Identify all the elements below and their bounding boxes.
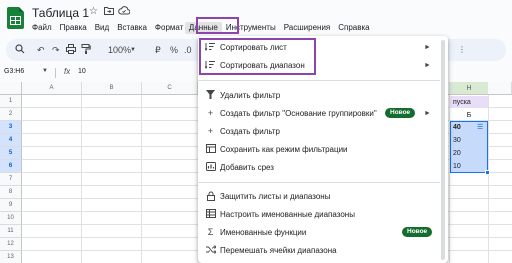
percent-format-button[interactable]: % (170, 44, 178, 56)
menu-item-label: Именованные функции (220, 228, 307, 237)
new-badge: Новое (385, 108, 416, 118)
menu-divider (198, 80, 440, 81)
menu-item-create-filter[interactable]: + Создать фильтр (198, 123, 438, 141)
row-header-3[interactable]: 3 (0, 121, 22, 134)
zoom-select[interactable]: 100% (108, 44, 131, 56)
column-header-a[interactable]: A (22, 82, 82, 95)
redo-icon[interactable]: ↷ (52, 44, 60, 56)
cloud-saved-icon[interactable] (118, 6, 131, 18)
cell-h3[interactable]: Б (450, 109, 488, 121)
row-header-13[interactable]: 13 (0, 251, 22, 263)
cell-h2[interactable]: пуска (450, 96, 488, 108)
filter-icon (205, 90, 216, 101)
cell-h7[interactable]: 10 (450, 160, 488, 173)
menu-item-label: Защитить листы и диапазоны (220, 192, 331, 201)
row-header-4[interactable]: 4 (0, 134, 22, 147)
menu-help[interactable]: Справка (334, 22, 373, 34)
row-header-5[interactable]: 5 (0, 147, 22, 160)
menu-item-label: Настроить именованные диапазоны (220, 210, 355, 219)
fx-icon: fx (64, 67, 71, 76)
formula-separator (55, 68, 56, 78)
row-header-10[interactable]: 10 (0, 212, 22, 225)
paint-format-icon[interactable] (81, 44, 91, 57)
menu-divider (198, 182, 440, 183)
row-header-2[interactable]: 2 (0, 108, 22, 121)
name-box-caret-icon[interactable]: ▼ (42, 68, 48, 74)
row-header-8[interactable]: 8 (0, 186, 22, 199)
undo-icon[interactable]: ↶ (37, 44, 45, 56)
document-title[interactable]: Таблица 1 (32, 6, 89, 20)
menu-scrollbar[interactable] (441, 40, 445, 260)
menu-item-shuffle-range[interactable]: Перемешать ячейки диапазона (198, 242, 438, 260)
search-menus-icon[interactable] (15, 44, 25, 57)
menu-item-label: Создать фильтр "Основание группировки" (220, 109, 377, 118)
menu-item-label: Удалить фильтр (220, 91, 281, 100)
menu-item-named-ranges[interactable]: Настроить именованные диапазоны (198, 206, 438, 224)
grid-line (141, 95, 142, 263)
cell-h6[interactable]: 20 (450, 147, 488, 160)
move-to-folder-icon[interactable] (104, 6, 114, 18)
highlight-box-sort-items (199, 38, 316, 75)
lock-icon (205, 191, 216, 202)
menu-item-delete-filter[interactable]: Удалить фильтр (198, 87, 438, 105)
menu-view[interactable]: Вид (91, 22, 113, 34)
shuffle-icon (205, 245, 217, 256)
grid-line (488, 95, 489, 263)
row-header-11[interactable]: 11 (0, 225, 22, 238)
plus-icon: + (207, 126, 214, 136)
menu-item-label: Добавить срез (220, 163, 274, 172)
column-header-c[interactable]: C (142, 82, 198, 95)
submenu-arrow-icon: ► (424, 44, 431, 51)
fill-handle[interactable] (485, 170, 490, 175)
filter-icon[interactable]: ☰ (477, 123, 483, 131)
column-header-b[interactable]: B (82, 82, 142, 95)
named-ranges-icon (205, 209, 216, 220)
slicer-icon (205, 162, 216, 173)
row-header-6[interactable]: 6 (0, 160, 22, 173)
new-badge: Новое (402, 227, 433, 237)
menu-edit[interactable]: Правка (56, 22, 91, 34)
column-header-h[interactable]: H (450, 82, 488, 95)
sheets-logo-icon[interactable] (7, 7, 24, 29)
submenu-arrow-icon: ► (424, 110, 431, 117)
menu-item-protect-sheets[interactable]: Защитить листы и диапазоны (198, 188, 438, 206)
menu-item-label: Сохранить как режим фильтрации (220, 145, 348, 154)
menu-format[interactable]: Формат (151, 22, 185, 34)
highlight-box-data-menu (196, 17, 239, 34)
select-all-corner[interactable] (0, 82, 22, 95)
menu-insert[interactable]: Вставка (113, 22, 151, 34)
row-header-7[interactable]: 7 (0, 173, 22, 186)
zoom-caret-icon[interactable]: ▼ (130, 44, 136, 56)
menu-item-label: Перемешать ячейки диапазона (220, 246, 337, 255)
menu-extensions[interactable]: Расширения (280, 22, 335, 34)
row-header-9[interactable]: 9 (0, 199, 22, 212)
menu-file[interactable]: Файл (28, 22, 56, 34)
row-header-12[interactable]: 12 (0, 238, 22, 251)
decrease-decimal-button[interactable]: .0 (184, 44, 192, 56)
sigma-icon: Σ (207, 227, 214, 237)
more-options-icon[interactable]: ⋮ (458, 44, 466, 56)
submenu-arrow-icon: ► (424, 62, 431, 69)
title-bar: Таблица 1 ☆ Файл Правка Вид Вставка Форм… (0, 0, 512, 36)
print-icon[interactable] (66, 44, 76, 57)
currency-format-icon[interactable]: ₽ (155, 44, 161, 56)
name-box[interactable]: G3:H6 (4, 68, 24, 75)
menu-item-named-functions[interactable]: Σ Именованные функции Новое (198, 224, 438, 242)
filter-view-icon (205, 144, 216, 155)
row-header-1[interactable]: 1 (0, 95, 22, 108)
menu-item-create-group-filter[interactable]: + Создать фильтр "Основание группировки"… (198, 105, 438, 123)
plus-icon: + (207, 108, 214, 118)
menu-item-save-filter-view[interactable]: Сохранить как режим фильтрации (198, 141, 438, 159)
grid-line (81, 95, 82, 263)
menu-item-label: Создать фильтр (220, 127, 280, 136)
formula-input[interactable]: 10 (78, 68, 86, 75)
menu-item-add-slicer[interactable]: Добавить срез (198, 159, 438, 177)
cell-h5[interactable]: 30 (450, 134, 488, 147)
star-icon[interactable]: ☆ (89, 6, 98, 17)
column-header-i[interactable] (488, 82, 512, 95)
